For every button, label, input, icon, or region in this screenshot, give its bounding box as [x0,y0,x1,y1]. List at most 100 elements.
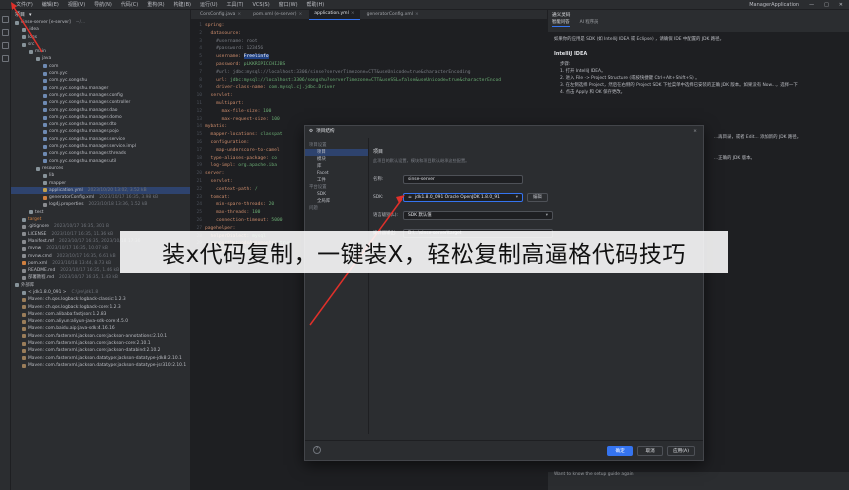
tree-row[interactable]: Maven: com.fasterxml.jackson.core:jackso… [11,340,190,347]
tree-row[interactable]: main [11,48,190,55]
menu-item[interactable]: 导航(N) [94,1,112,8]
tree-row[interactable]: Maven: com.fasterxml.jackson.datatype:ja… [11,362,190,369]
tree-row[interactable]: Maven: com.baidu.aip:java-sdk:4.16.16 [11,325,190,332]
tree-row[interactable]: .gitignore 2023/10/17 16:35, 301 B [11,223,190,230]
tree-row[interactable]: sinse-server [e-server] ~/... [11,19,190,26]
sdk-edit-button[interactable]: 编辑 [527,192,548,202]
chevron-down-icon: ▾ [545,212,548,218]
tree-row[interactable]: logs [11,34,190,41]
menu-item[interactable]: 视图(V) [68,1,85,8]
nav-item[interactable]: Facet [305,170,368,177]
close-icon[interactable]: × [351,10,355,19]
tree-row[interactable]: resources [11,165,190,172]
tab-smart-qa[interactable]: 智能问答 [552,19,570,27]
close-icon[interactable]: × [415,10,419,20]
tree-row[interactable]: com.yyc.songshu.manager.service [11,136,190,143]
minimize-icon[interactable]: — [809,2,814,8]
tree-row[interactable]: java [11,55,190,62]
tree-row[interactable]: Maven: com.alibaba:fastjson:1.2.83 [11,311,190,318]
menu-item[interactable]: 构建(B) [174,1,191,8]
tree-row[interactable]: Maven: com.fasterxml.jackson.core:jackso… [11,333,190,340]
tree-row[interactable]: com.yyc [11,70,190,77]
tree-row[interactable]: com.yyc.songshu.manager.domo [11,114,190,121]
menu-item[interactable]: 编辑(E) [42,1,59,8]
tree-row[interactable]: Maven: com.fasterxml.jackson.datatype:ja… [11,355,190,362]
line-number: 3 [199,38,202,44]
tree-row[interactable]: Maven: com.fasterxml.jackson.core:jackso… [11,347,190,354]
line-number: 6 [199,61,202,67]
tree-row[interactable]: src [11,41,190,48]
sdk-select[interactable]: ☕ jdk1.8.0_091 Oracle OpenJDK 1.8.0_91 ▾ [403,192,523,202]
dialog-nav: 项目设置 项目 模块库 Facet 工件 平台设置 SDK 全局库 问题 [305,138,369,434]
tree-row-label: java [42,56,52,62]
bookmarks-tool-icon[interactable] [1,55,9,62]
chevron-down-icon[interactable]: ▾ [29,12,32,18]
editor-tab[interactable]: CorsConfig.java × [195,10,246,20]
tree-row[interactable]: 外部库 [11,282,190,289]
name-field[interactable]: sinse-server [403,174,523,184]
tree-row[interactable]: com.yyc.songshu.manager.dto [11,121,190,128]
tree-row[interactable]: lib [11,172,190,179]
tree-row[interactable]: Maven: ch.qos.logback:logback-classic:1.… [11,296,190,303]
nav-item[interactable]: 库 [305,163,368,170]
nav-item[interactable]: SDK [305,191,368,198]
tree-row[interactable]: application.yml 2023/10/20 13:02, 3.52 kB [11,186,190,195]
code-text: min-spare-threads: 20 [216,202,275,208]
tree-row-label: Maven: ch.qos.logback:logback-classic:1.… [28,297,126,303]
menu-item[interactable]: 重构(R) [147,1,164,8]
tree-row[interactable]: com.yyc.songshu.manager [11,85,190,92]
apply-button[interactable]: 应用(A) [667,445,695,456]
nav-item[interactable]: 工件 [305,177,368,184]
tree-row[interactable]: com.yyc.songshu.manager.service.impl [11,143,190,150]
ok-button[interactable]: 确定 [607,445,634,456]
tree-row[interactable]: generatorConfig.xml 2023/10/17 16:35, 3.9… [11,194,190,201]
tree-row[interactable]: Maven: com.aliyun:aliyun-java-sdk-core:4… [11,318,190,325]
close-window-icon[interactable]: ✕ [839,2,843,8]
menu-item[interactable]: 运行(U) [200,1,218,8]
tree-row[interactable]: com.yyc.songshu [11,77,190,84]
menu-item[interactable]: 帮助(H) [307,1,325,8]
menu-item[interactable]: 代码(C) [121,1,138,8]
project-tool-icon[interactable] [1,16,9,23]
editor-tab[interactable]: application.yml × [309,10,360,20]
close-icon[interactable]: × [298,10,302,20]
tab-ai-programmer[interactable]: AI 程序员 [580,19,599,27]
line-number: 15 [196,132,202,138]
yaml-file-icon [43,188,47,193]
tree-row[interactable]: mapper [11,180,190,187]
jar-icon [22,356,26,361]
tree-row[interactable]: < jdk1.8.0_091 > C:\jre\jdk1.8 [11,289,190,296]
language-level-select[interactable]: SDK 默认值 ▾ [403,210,553,220]
tree-row[interactable]: com.yyc.songshu.manager.util [11,158,190,165]
tree-row[interactable]: target [11,216,190,223]
close-icon[interactable]: × [693,129,697,134]
help-icon[interactable]: ? [313,446,321,454]
cancel-button[interactable]: 取消 [637,445,664,456]
tree-row[interactable]: com.yyc.songshu.manager.controller [11,99,190,106]
menu-item[interactable]: VCS(S) [253,2,270,8]
tree-row[interactable]: com.yyc.songshu.manager.config [11,92,190,99]
tree-row[interactable]: com.yyc.songshu.manager.threads [11,150,190,157]
tree-row[interactable]: .idea [11,26,190,33]
nav-item[interactable]: 模块 [305,156,368,163]
tree-row[interactable]: test [11,209,190,216]
project-panel-title[interactable]: 项目 [15,11,25,18]
close-icon[interactable]: × [237,10,241,20]
editor-tab[interactable]: generatorConfig.xml × [362,10,424,20]
tree-row[interactable]: 部署教程.md 2023/10/17 16:35, 1.43 kB [11,274,190,281]
maximize-icon[interactable]: □ [824,2,829,8]
menu-item[interactable]: 工具(T) [227,1,244,8]
tree-row[interactable]: com [11,63,190,70]
assistant-footer-text[interactable]: Want to know the setup guide again [554,472,634,477]
structure-tool-icon[interactable] [1,42,9,49]
commit-tool-icon[interactable] [1,29,9,36]
nav-item[interactable]: 全局库 [305,198,368,205]
editor-tab[interactable]: pom.xml (e-server) × [248,10,307,20]
tree-row[interactable]: Maven: ch.qos.logback:logback-core:1.2.3 [11,304,190,311]
menu-item[interactable]: 文件(F) [16,1,33,8]
nav-item[interactable]: 项目 [305,149,368,156]
menu-item[interactable]: 窗口(W) [279,1,298,8]
tree-row[interactable]: com.yyc.songshu.manager.pojo [11,128,190,135]
tree-row[interactable]: log4j.properties 2023/10/18 13:36, 1.52 k… [11,201,190,208]
tree-row[interactable]: com.yyc.songshu.manager.dao [11,107,190,114]
